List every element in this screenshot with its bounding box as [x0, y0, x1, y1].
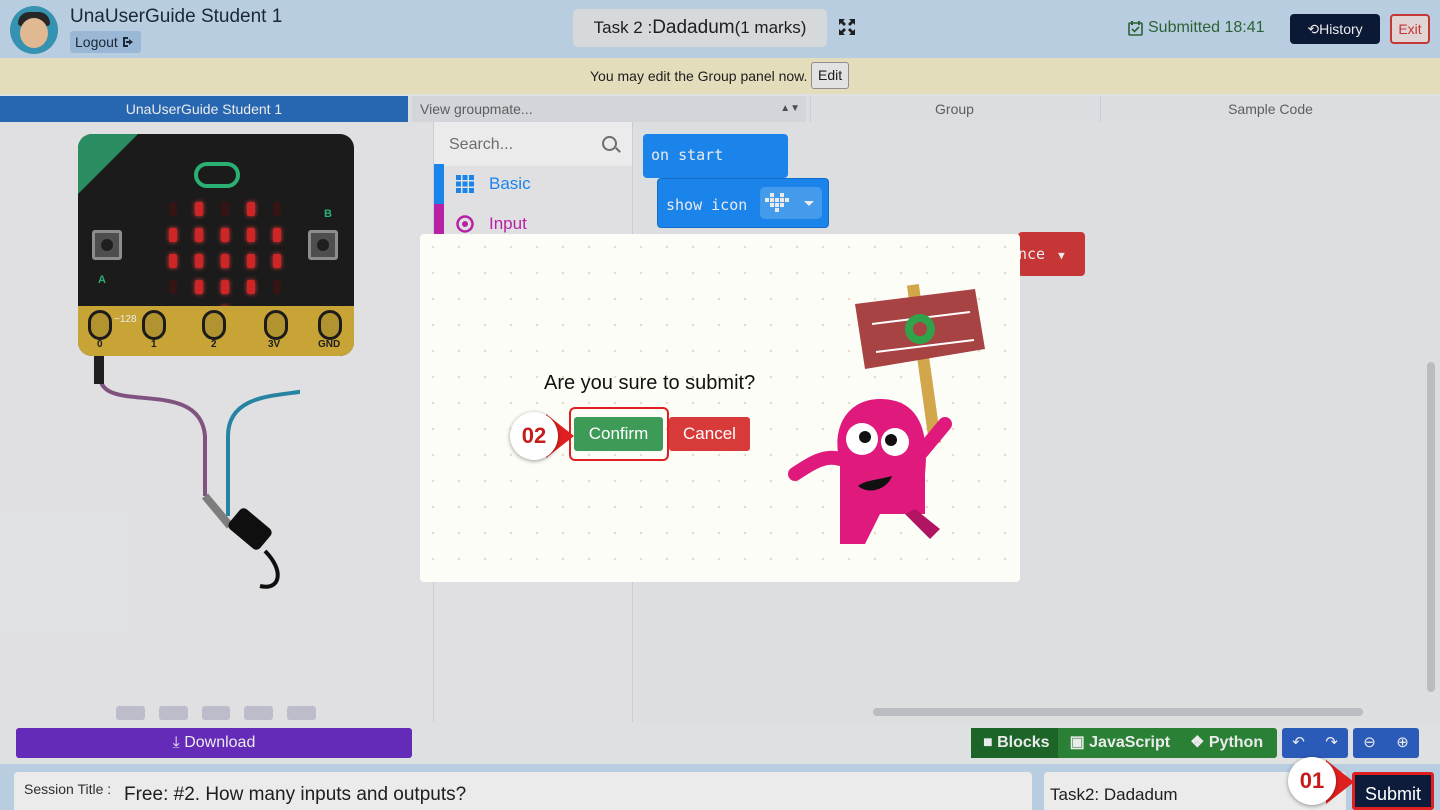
confirm-button[interactable]: Confirm — [574, 417, 663, 451]
dialog-question: Are you sure to submit? — [544, 372, 756, 394]
submit-button[interactable]: Submit — [1352, 772, 1434, 810]
submit-confirm-dialog: Are you sure to submit? Confirm Cancel 0… — [420, 234, 1020, 582]
cancel-button[interactable]: Cancel — [669, 417, 750, 451]
step-01-marker: 01 — [1288, 757, 1336, 805]
step-02-marker: 02 — [510, 412, 558, 460]
mascot-illustration — [788, 283, 985, 544]
